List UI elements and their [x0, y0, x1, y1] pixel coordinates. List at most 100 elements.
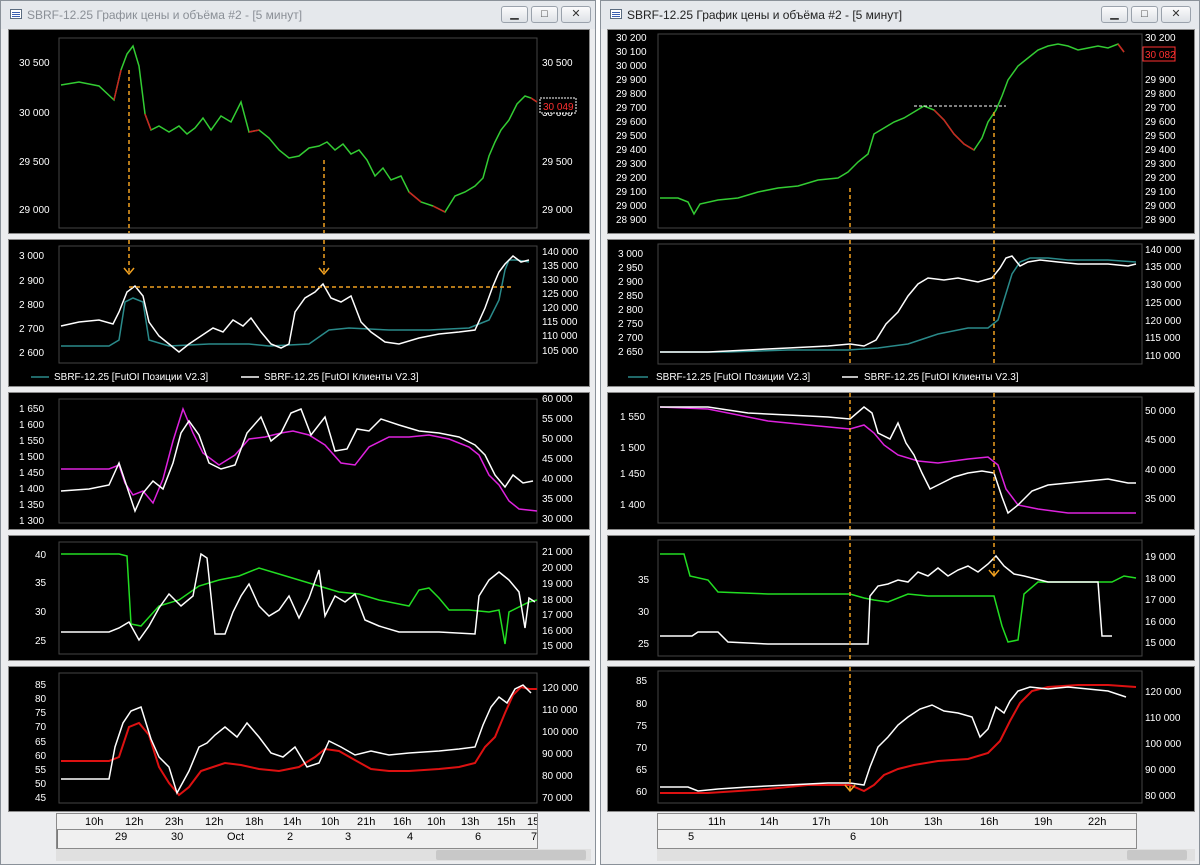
left-oi-pane[interactable]: 3 000 2 900 2 800 2 700 2 600 140 000 13…	[8, 239, 590, 387]
tick-label: 50 000	[1145, 406, 1176, 417]
tick-label: 1 600	[19, 420, 44, 431]
tick-label: 140 000	[1145, 245, 1182, 256]
chart-window-icon	[610, 9, 622, 19]
maximize-icon: □	[1141, 8, 1148, 20]
last-price-label: 30 049	[543, 102, 574, 113]
tick-label: 80	[636, 699, 648, 710]
tick-label: 50	[35, 779, 47, 790]
date-label: 2	[287, 831, 294, 843]
tick-label: 35	[638, 575, 650, 586]
close-icon: ✕	[571, 8, 581, 20]
tick-label: 80 000	[542, 771, 573, 782]
tick-label: 30 000	[542, 514, 573, 525]
tick-label: 29 100	[616, 187, 647, 198]
tick-label: 29 000	[542, 205, 573, 216]
maximize-button[interactable]: □	[1131, 6, 1158, 23]
tick-label: 19 000	[1145, 552, 1176, 563]
time-label: 15h	[497, 816, 516, 828]
tick-label: 110 000	[542, 705, 578, 716]
left-horizontal-scrollbar[interactable]	[56, 849, 591, 861]
right-chart-window[interactable]: SBRF-12.25 График цены и объёма #2 - [5 …	[600, 0, 1200, 865]
time-label: 14h	[760, 816, 779, 828]
maximize-button[interactable]: □	[531, 6, 558, 23]
time-label: 18h	[245, 816, 264, 828]
tick-label: 40 000	[542, 474, 573, 485]
time-label: 22h	[1088, 816, 1107, 828]
date-label: 6	[475, 831, 482, 843]
left-pane-5[interactable]: 85 80 75 70 65 60 55 50 45 120 000 110 0…	[8, 666, 590, 812]
tick-label: 1 450	[19, 468, 44, 479]
tick-label: 45 000	[542, 454, 573, 465]
left-window-title: SBRF-12.25 График цены и объёма #2 - [5 …	[27, 8, 303, 22]
tick-label: 21 000	[542, 547, 573, 558]
right-pane-4[interactable]: 35 30 25 19 000 18 000 17 000 16 000 15 …	[607, 535, 1195, 661]
close-button[interactable]: ✕	[1161, 6, 1191, 23]
tick-label: 30 500	[542, 58, 573, 69]
tick-label: 29 400	[1145, 145, 1176, 156]
tick-label: 29 500	[19, 157, 50, 168]
minimize-button[interactable]: ▁	[501, 6, 528, 23]
tick-label: 20 000	[542, 563, 573, 574]
left-pane-4[interactable]: 40 35 30 25 21 000 20 000 19 000 18 000 …	[8, 535, 590, 661]
time-label: 21h	[357, 816, 376, 828]
tick-label: 17 000	[1145, 595, 1176, 606]
tick-label: 120 000	[542, 683, 579, 694]
right-pane-3[interactable]: 1 550 1 500 1 450 1 400 50 000 45 000 40…	[607, 392, 1195, 530]
left-oi-chart: 3 000 2 900 2 800 2 700 2 600 140 000 13…	[19, 240, 579, 383]
tick-label: 29 300	[616, 159, 647, 170]
close-button[interactable]: ✕	[561, 6, 591, 23]
tick-label: 110 000	[1145, 713, 1181, 724]
tick-label: 29 000	[1145, 201, 1176, 212]
left-title-bar[interactable]: SBRF-12.25 График цены и объёма #2 - [5 …	[1, 1, 595, 29]
tick-label: 1 400	[620, 500, 645, 511]
right-oi-pane[interactable]: 3 000 2 950 2 900 2 850 2 800 2 750 2 70…	[607, 239, 1195, 387]
tick-label: 1 500	[620, 443, 645, 454]
tick-label: 40	[35, 550, 47, 561]
date-label: 30	[171, 831, 184, 843]
right-pane4-chart: 35 30 25 19 000 18 000 17 000 16 000 15 …	[638, 536, 1176, 660]
tick-label: 1 550	[620, 412, 645, 423]
tick-label: 55 000	[542, 414, 573, 425]
tick-label: 29 900	[616, 75, 647, 86]
right-time-axis[interactable]: 11h 14h 17h 10h 13h 16h 19h 22h 5 6	[657, 813, 1137, 849]
left-pane3-chart: 1 650 1 600 1 550 1 500 1 450 1 400 1 35…	[19, 394, 573, 527]
right-price-chart: 30 200 30 100 30 000 29 900 29 800 29 70…	[616, 33, 1176, 233]
right-horizontal-scrollbar[interactable]	[657, 849, 1195, 861]
left-pane-3[interactable]: 1 650 1 600 1 550 1 500 1 450 1 400 1 35…	[8, 392, 590, 530]
right-title-bar[interactable]: SBRF-12.25 График цены и объёма #2 - [5 …	[601, 1, 1199, 29]
tick-label: 30 100	[616, 47, 647, 58]
tick-label: 80	[35, 694, 47, 705]
time-label: 14h	[283, 816, 302, 828]
left-time-axis[interactable]: 10h 12h 23h 12h 18h 14h 10h 21h 16h 10h …	[56, 813, 538, 849]
tick-label: 35 000	[1145, 494, 1176, 505]
right-oi-chart: 3 000 2 950 2 900 2 850 2 800 2 750 2 70…	[618, 240, 1182, 383]
tick-label: 29 300	[1145, 159, 1176, 170]
tick-label: 30 200	[1145, 33, 1176, 44]
tick-label: 125 000	[1145, 298, 1182, 309]
time-label: 17h	[812, 816, 831, 828]
tick-label: 19 000	[542, 579, 573, 590]
right-pane-5[interactable]: 85 80 75 70 65 60 120 000 110 000 100 00…	[607, 666, 1195, 812]
tick-label: 1 650	[19, 404, 44, 415]
scrollbar-thumb[interactable]	[436, 850, 586, 860]
minimize-icon: ▁	[1110, 8, 1119, 20]
tick-label: 1 350	[19, 500, 44, 511]
right-pane5-chart: 85 80 75 70 65 60 120 000 110 000 100 00…	[636, 667, 1182, 804]
left-chart-window[interactable]: SBRF-12.25 График цены и объёма #2 - [5 …	[0, 0, 596, 865]
right-price-pane[interactable]: 30 200 30 100 30 000 29 900 29 800 29 70…	[607, 29, 1195, 234]
chart-window-icon	[10, 9, 22, 19]
minimize-icon: ▁	[510, 8, 519, 20]
tick-label: 29 700	[616, 103, 647, 114]
scrollbar-thumb[interactable]	[1127, 850, 1187, 860]
left-price-chart: 30 500 30 000 29 500 29 000 30 500 30 00…	[19, 37, 577, 233]
legend-positions: SBRF-12.25 [FutOI Позиции V2.3]	[54, 372, 208, 383]
tick-label: 29 200	[1145, 173, 1176, 184]
tick-label: 30	[638, 607, 650, 618]
minimize-button[interactable]: ▁	[1101, 6, 1128, 23]
left-price-pane[interactable]: 30 500 30 000 29 500 29 000 30 500 30 00…	[8, 29, 590, 234]
time-label: 12h	[205, 816, 224, 828]
tick-label: 55	[35, 765, 47, 776]
close-icon: ✕	[1171, 8, 1181, 20]
tick-label: 15 000	[1145, 638, 1176, 649]
tick-label: 110 000	[1145, 351, 1181, 362]
